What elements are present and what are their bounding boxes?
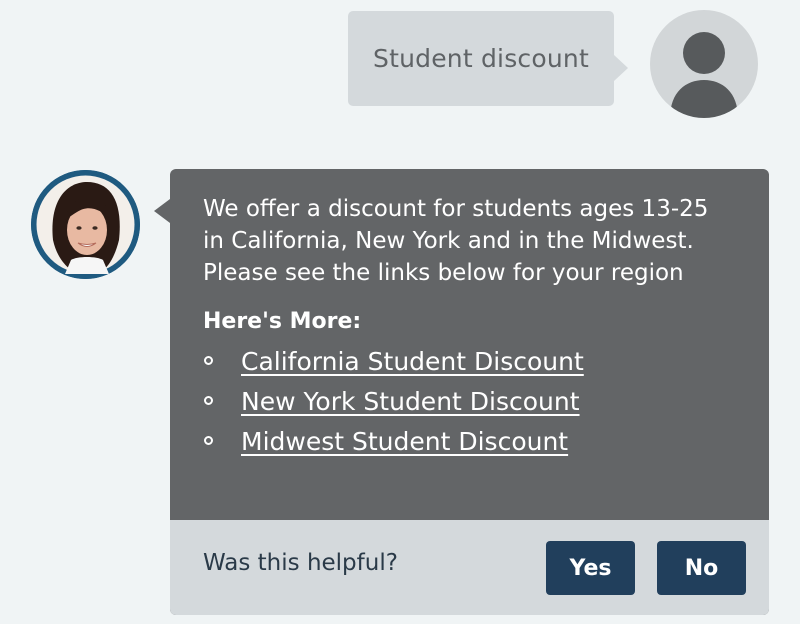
user-silhouette-icon bbox=[670, 32, 738, 118]
list-item: Midwest Student Discount bbox=[203, 422, 743, 462]
agent-message-line: Please see the links below for your regi… bbox=[203, 260, 684, 286]
bullet-icon bbox=[204, 356, 213, 365]
user-message-text: Student discount bbox=[373, 44, 589, 73]
yes-button[interactable]: Yes bbox=[546, 541, 635, 595]
agent-message-bubble: We offer a discount for students ages 13… bbox=[154, 169, 769, 615]
more-heading: Here's More: bbox=[203, 309, 362, 334]
list-item: New York Student Discount bbox=[203, 382, 743, 422]
agent-message-line: in California, New York and in the Midwe… bbox=[203, 228, 694, 254]
agent-message-line: We offer a discount for students ages 13… bbox=[203, 196, 709, 222]
user-message-bubble: Student discount bbox=[348, 11, 628, 106]
no-button[interactable]: No bbox=[657, 541, 746, 595]
feedback-bar: Was this helpful? Yes No bbox=[170, 520, 769, 615]
agent-message-body: We offer a discount for students ages 13… bbox=[203, 193, 743, 462]
agent-avatar bbox=[31, 170, 140, 279]
list-item: California Student Discount bbox=[203, 342, 743, 382]
user-avatar-icon bbox=[650, 10, 758, 118]
bullet-icon bbox=[204, 396, 213, 405]
agent-photo-icon bbox=[31, 170, 140, 279]
bullet-icon bbox=[204, 436, 213, 445]
midwest-discount-link[interactable]: Midwest Student Discount bbox=[241, 427, 568, 456]
link-list: California Student Discount New York Stu… bbox=[203, 342, 743, 462]
feedback-question: Was this helpful? bbox=[203, 550, 398, 576]
new-york-discount-link[interactable]: New York Student Discount bbox=[241, 387, 580, 416]
california-discount-link[interactable]: California Student Discount bbox=[241, 347, 584, 376]
